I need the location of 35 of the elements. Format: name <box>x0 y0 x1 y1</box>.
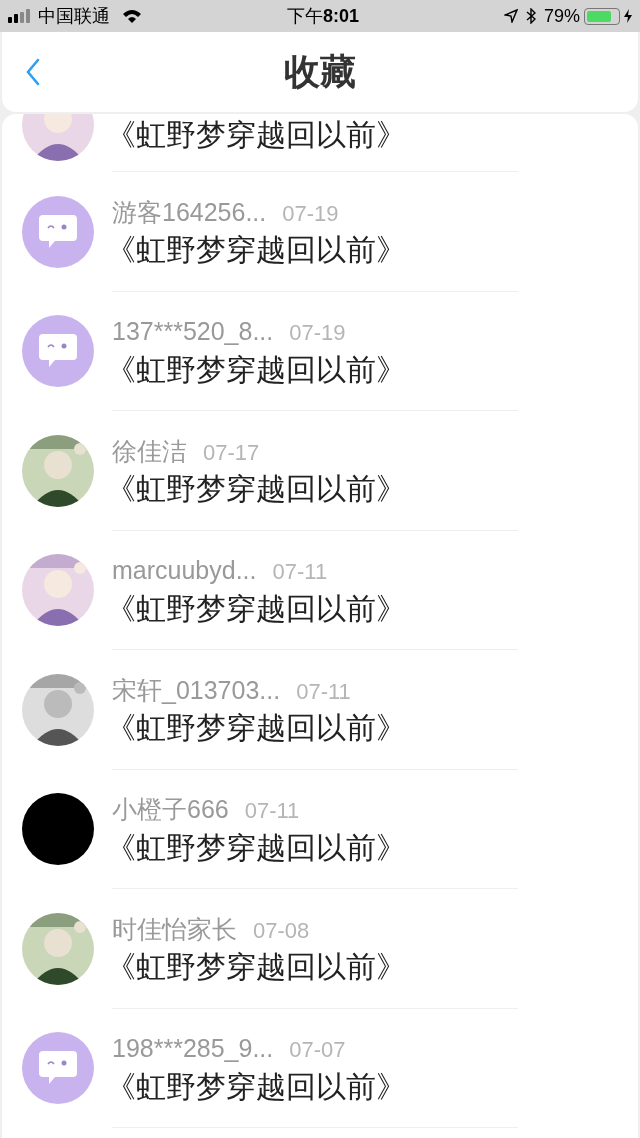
date: 07-11 <box>244 797 300 826</box>
carrier-name: 中国联通 <box>38 4 110 28</box>
user-name: 198***285_9... <box>112 1033 274 1065</box>
user-name: marcuubyd... <box>112 555 257 587</box>
date: 07-19 <box>289 319 346 348</box>
battery-percent: 79% <box>543 4 580 28</box>
story-title: 《虹野梦穿越回以前》 <box>106 471 407 508</box>
user-name: 游客164256... <box>112 196 267 228</box>
user-name: 徐佳洁 <box>112 435 187 467</box>
date: 07-11 <box>296 677 351 706</box>
date: 07-07 <box>289 1036 346 1065</box>
date: 07-17 <box>203 438 260 467</box>
page-title: 收藏 <box>284 50 356 94</box>
story-title: 《虹野梦穿越回以前》 <box>106 829 407 866</box>
battery-icon <box>584 7 620 25</box>
clock: 下午8:01 <box>286 4 359 28</box>
story-title: 《虹野梦穿越回以前》 <box>106 710 407 747</box>
charging-icon <box>624 9 632 23</box>
user-name: 137***520_8... <box>112 316 274 348</box>
user-name: 小橙子666 <box>112 794 229 826</box>
story-title: 《虹野梦穿越回以前》 <box>106 949 407 986</box>
story-title: 《虹野梦穿越回以前》 <box>106 1068 407 1105</box>
date: 07-11 <box>272 558 328 587</box>
date: 07-08 <box>253 916 310 945</box>
story-title: 《虹野梦穿越回以前》 <box>106 590 407 627</box>
location-arrow-icon <box>503 9 518 23</box>
date: 07-19 <box>282 199 339 228</box>
back-icon <box>26 58 40 86</box>
wifi-icon <box>122 9 142 23</box>
bluetooth-icon <box>525 8 536 24</box>
user-name: 宋轩_013703... <box>112 674 281 706</box>
story-title: 《虹野梦穿越回以前》 <box>106 232 407 269</box>
user-name: 时佳怡家长 <box>112 913 237 945</box>
story-title: 《虹野梦穿越回以前》 <box>106 117 407 153</box>
story-title: 《虹野梦穿越回以前》 <box>106 351 407 388</box>
